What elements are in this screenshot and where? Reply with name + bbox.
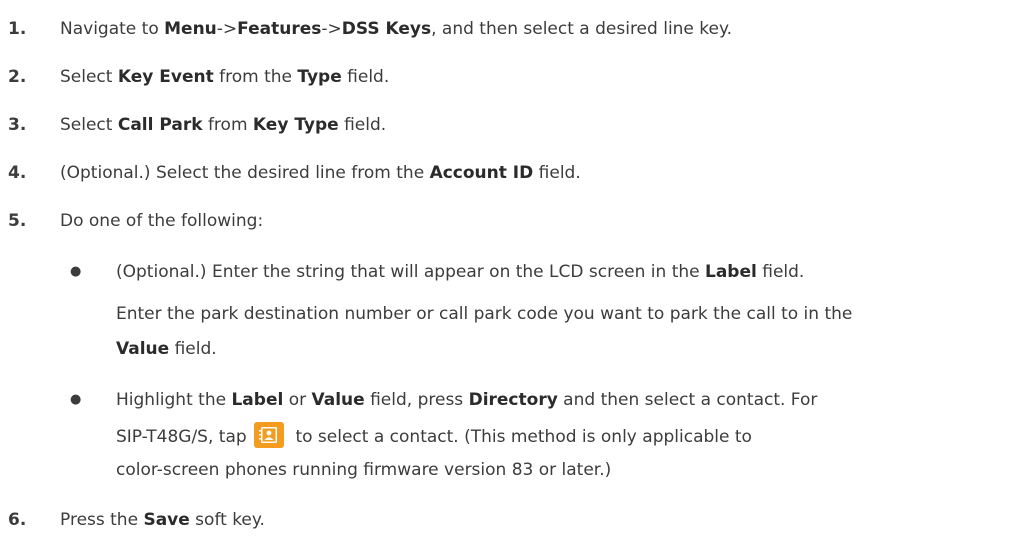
step-number: 2. (8, 67, 27, 87)
step-number: 4. (8, 163, 27, 183)
step-number: 1. (8, 19, 27, 39)
step-text: Select Key Event from the Type field. (60, 67, 390, 87)
bullet-text: (Optional.) Enter the string that will a… (116, 262, 805, 282)
step-text: (Optional.) Select the desired line from… (60, 163, 581, 183)
step-text: Press the Save soft key. (60, 510, 265, 530)
step-number: 6. (8, 510, 27, 530)
bullet-text: SIP-T48G/S, tap to select a contact. (Th… (116, 422, 752, 450)
bullet-text: Highlight the Label or Value field, pres… (116, 390, 818, 410)
step-text: Navigate to Menu->Features->DSS Keys, an… (60, 19, 733, 39)
bullet-icon: ● (70, 392, 82, 407)
contact-book-icon (254, 422, 285, 448)
step-number: 3. (8, 115, 27, 135)
bullet-text: Value field. (116, 339, 217, 359)
bullet-text: color-screen phones running firmware ver… (116, 460, 612, 480)
step-number: 5. (8, 211, 27, 231)
bullet-text: Enter the park destination number or cal… (116, 304, 853, 324)
step-text: Do one of the following: (60, 211, 264, 231)
bullet-icon: ● (70, 264, 82, 279)
step-text: Select Call Park from Key Type field. (60, 115, 387, 135)
